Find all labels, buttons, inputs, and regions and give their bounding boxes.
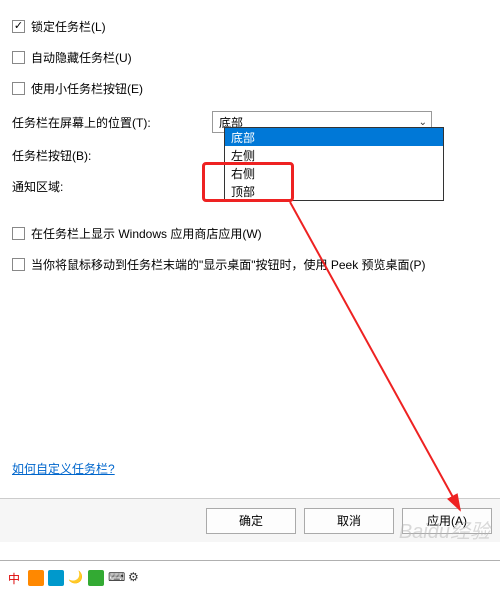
ime-tool-icon[interactable] bbox=[28, 570, 44, 586]
lock-taskbar-label: 锁定任务栏(L) bbox=[31, 18, 106, 35]
small-buttons-label: 使用小任务栏按钮(E) bbox=[31, 80, 143, 97]
peek-preview-row[interactable]: 当你将鼠标移动到任务栏末端的"显示桌面"按钮时，使用 Peek 预览桌面(P) bbox=[12, 256, 488, 273]
ok-button[interactable]: 确定 bbox=[206, 508, 296, 534]
position-label: 任务栏在屏幕上的位置(T): bbox=[12, 114, 212, 131]
chevron-down-icon: ⌄ bbox=[419, 117, 427, 128]
dropdown-option-right[interactable]: 右侧 bbox=[225, 164, 443, 182]
dropdown-option-top[interactable]: 顶部 bbox=[225, 182, 443, 200]
ime-tool-icon[interactable]: 🌙 bbox=[68, 570, 84, 586]
auto-hide-label: 自动隐藏任务栏(U) bbox=[31, 49, 132, 66]
checkbox-icon[interactable] bbox=[12, 51, 25, 64]
ime-tool-icon[interactable]: ⚙ bbox=[128, 570, 144, 586]
checkbox-icon[interactable] bbox=[12, 227, 25, 240]
checkbox-icon[interactable] bbox=[12, 82, 25, 95]
ime-tool-icon[interactable] bbox=[48, 570, 64, 586]
buttons-label: 任务栏按钮(B): bbox=[12, 147, 212, 164]
dialog-button-bar: 确定 取消 应用(A) bbox=[0, 498, 500, 542]
checkbox-icon[interactable] bbox=[12, 258, 25, 271]
ime-tool-icon[interactable]: ⌨ bbox=[108, 570, 124, 586]
dropdown-option-bottom[interactable]: 底部 bbox=[225, 128, 443, 146]
peek-preview-label: 当你将鼠标移动到任务栏末端的"显示桌面"按钮时，使用 Peek 预览桌面(P) bbox=[31, 256, 426, 273]
apply-button[interactable]: 应用(A) bbox=[402, 508, 492, 534]
ime-toolbar: 中 🌙 ⌨ ⚙ bbox=[0, 560, 500, 594]
small-buttons-row[interactable]: 使用小任务栏按钮(E) bbox=[12, 80, 488, 97]
show-store-apps-row[interactable]: 在任务栏上显示 Windows 应用商店应用(W) bbox=[12, 225, 488, 242]
show-store-apps-label: 在任务栏上显示 Windows 应用商店应用(W) bbox=[31, 225, 262, 242]
ime-tool-icon[interactable] bbox=[88, 570, 104, 586]
dropdown-option-left[interactable]: 左侧 bbox=[225, 146, 443, 164]
cancel-button[interactable]: 取消 bbox=[304, 508, 394, 534]
checkbox-icon[interactable] bbox=[12, 20, 25, 33]
notification-label: 通知区域: bbox=[12, 178, 212, 195]
ime-icon[interactable]: 中 bbox=[8, 570, 24, 586]
auto-hide-row[interactable]: 自动隐藏任务栏(U) bbox=[12, 49, 488, 66]
lock-taskbar-row[interactable]: 锁定任务栏(L) bbox=[12, 18, 488, 35]
position-dropdown[interactable]: 底部 左侧 右侧 顶部 bbox=[224, 127, 444, 201]
customize-taskbar-link[interactable]: 如何自定义任务栏? bbox=[12, 460, 115, 477]
